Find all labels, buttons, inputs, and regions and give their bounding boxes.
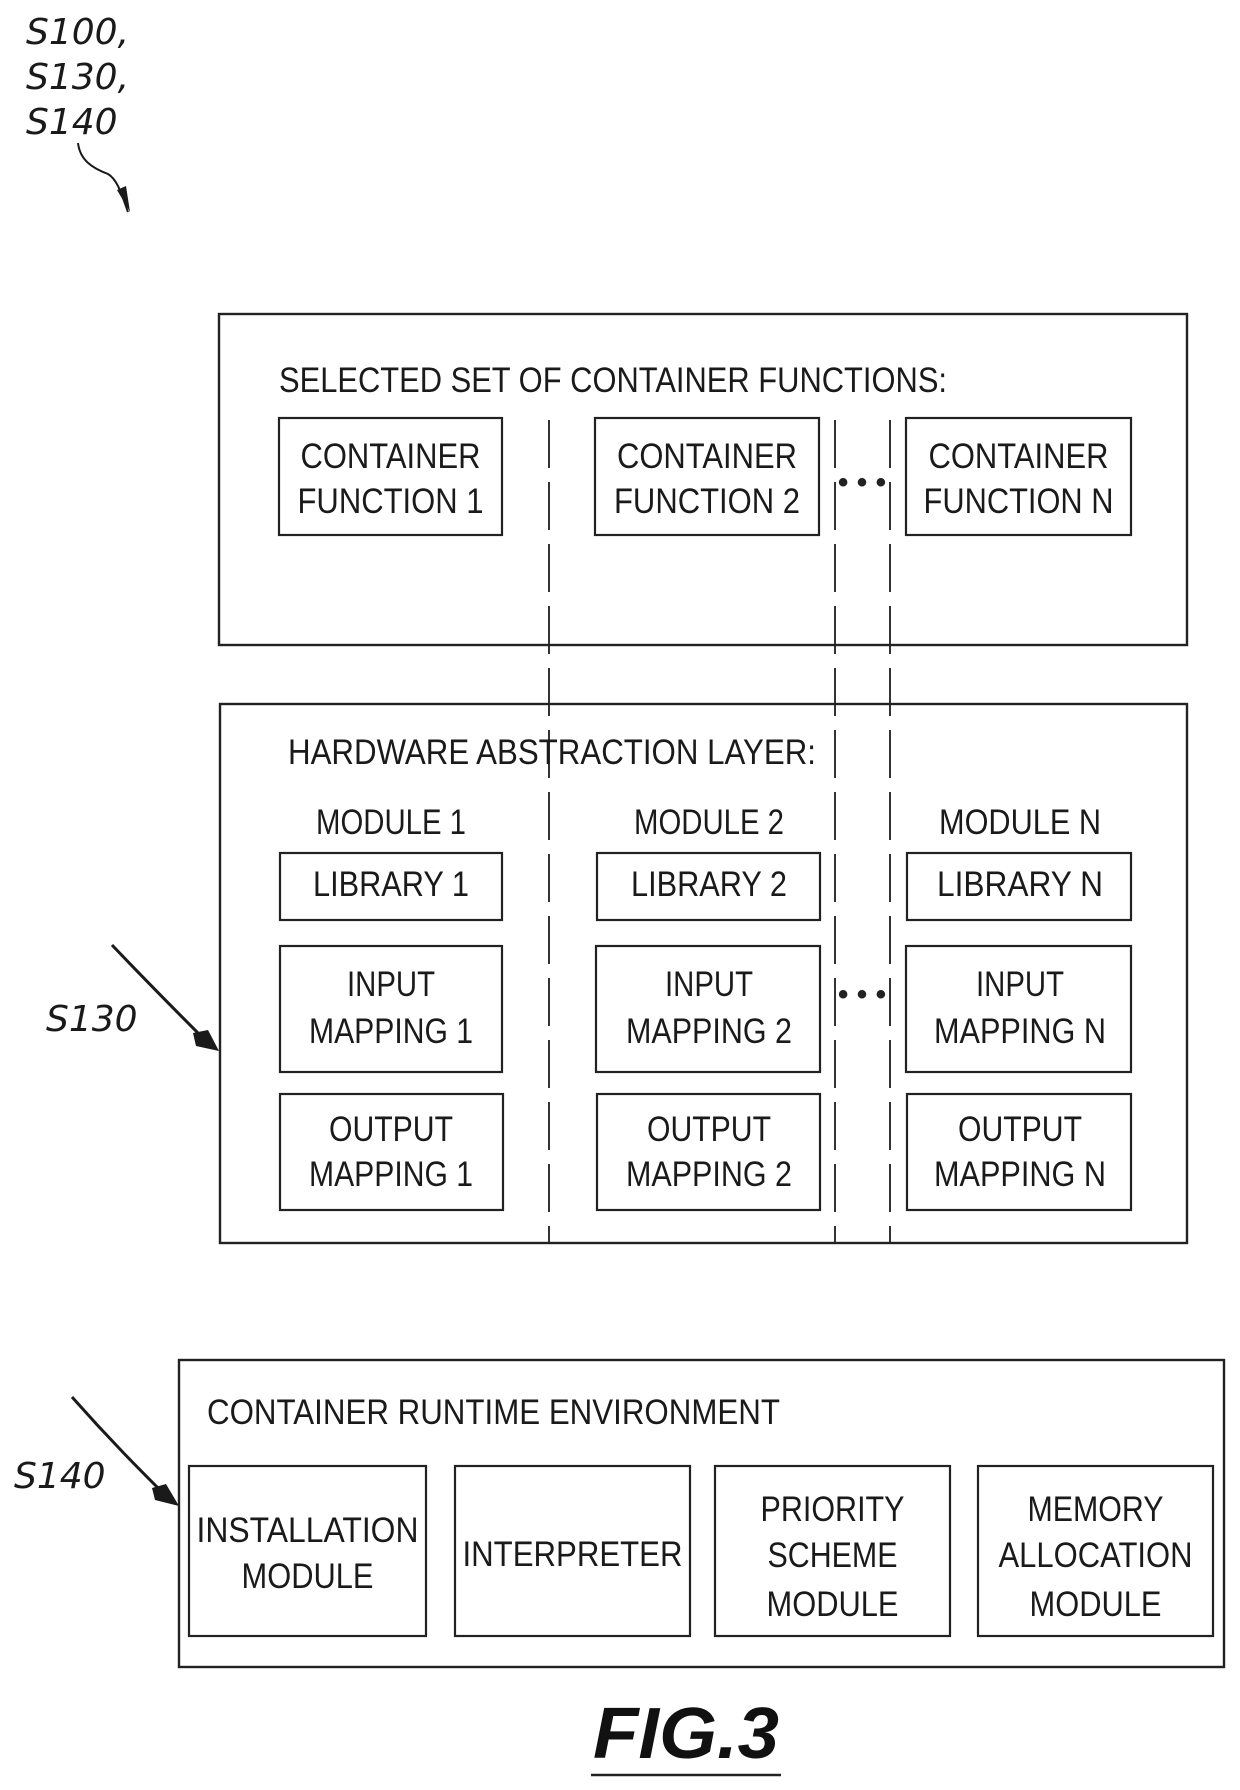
hal-reference-arrowhead-icon <box>193 1030 219 1051</box>
container-function-2-line2: FUNCTION 2 <box>614 482 800 521</box>
cre-reference-arrowhead-icon <box>152 1484 179 1506</box>
container-function-1-line1: CONTAINER <box>301 437 481 476</box>
input-mapping-1-line2: MAPPING 1 <box>309 1012 473 1051</box>
module-2-label: MODULE 2 <box>634 803 784 842</box>
output-mapping-1[interactable]: OUTPUT MAPPING 1 <box>278 1092 505 1212</box>
interpreter[interactable]: INTERPRETER <box>453 1464 692 1638</box>
library-2-label: LIBRARY 2 <box>631 865 787 904</box>
output-mapping-n[interactable]: OUTPUT MAPPING N <box>905 1092 1133 1212</box>
hal-module-2: MODULE 2 LIBRARY 2 INPUT MAPPING 2 OUTPU… <box>594 803 822 1212</box>
container-function-n[interactable]: CONTAINER FUNCTION N <box>904 416 1133 537</box>
module-n-label: MODULE N <box>939 803 1101 842</box>
cre-reference: S140 <box>14 1396 179 1506</box>
input-mapping-2[interactable]: INPUT MAPPING 2 <box>594 944 822 1074</box>
figure-caption: FIG.3 <box>591 1694 781 1777</box>
figure-label: FIG.3 <box>593 1694 779 1774</box>
library-1[interactable]: LIBRARY 1 <box>278 851 504 922</box>
priority-scheme-module-line1: PRIORITY <box>761 1490 905 1529</box>
output-mapping-2-line1: OUTPUT <box>647 1110 771 1149</box>
output-mapping-2[interactable]: OUTPUT MAPPING 2 <box>595 1092 822 1212</box>
input-mapping-1[interactable]: INPUT MAPPING 1 <box>278 944 504 1074</box>
installation-module-line1: INSTALLATION <box>197 1511 419 1550</box>
container-functions-panel: SELECTED SET OF CONTAINER FUNCTIONS: CON… <box>217 312 1189 647</box>
input-mapping-2-line1: INPUT <box>665 965 753 1004</box>
output-mapping-1-line1: OUTPUT <box>329 1110 453 1149</box>
memory-allocation-module[interactable]: MEMORY ALLOCATION MODULE <box>976 1464 1215 1638</box>
output-mapping-1-line2: MAPPING 1 <box>309 1155 473 1194</box>
priority-scheme-module-line3: MODULE <box>767 1585 899 1624</box>
container-function-1[interactable]: CONTAINER FUNCTION 1 <box>277 416 504 537</box>
memory-allocation-module-line2: ALLOCATION <box>999 1536 1193 1575</box>
output-mapping-n-line2: MAPPING N <box>934 1155 1106 1194</box>
priority-scheme-module[interactable]: PRIORITY SCHEME MODULE <box>713 1464 952 1638</box>
library-n[interactable]: LIBRARY N <box>905 851 1133 922</box>
container-function-2[interactable]: CONTAINER FUNCTION 2 <box>593 416 821 537</box>
reference-label-s130-hal: S130 <box>46 999 138 1040</box>
reference-label-s100: S100, <box>26 12 129 53</box>
module-1-label: MODULE 1 <box>316 803 466 842</box>
input-mapping-n-line1: INPUT <box>976 965 1064 1004</box>
hardware-abstraction-layer-panel: HARDWARE ABSTRACTION LAYER: MODULE 1 LIB… <box>218 702 1189 1245</box>
input-mapping-n[interactable]: INPUT MAPPING N <box>904 944 1133 1074</box>
patent-figure: S100, S130, S140 SELECTED SET OF CONTAIN… <box>14 12 1226 1777</box>
memory-allocation-module-line3: MODULE <box>1030 1585 1162 1624</box>
container-function-n-line2: FUNCTION N <box>924 482 1114 521</box>
reference-leader-arrowhead-icon <box>117 186 130 212</box>
input-mapping-n-line2: MAPPING N <box>934 1012 1106 1051</box>
installation-module[interactable]: INSTALLATION MODULE <box>187 1464 428 1638</box>
container-function-1-line2: FUNCTION 1 <box>298 482 484 521</box>
memory-allocation-module-line1: MEMORY <box>1028 1490 1164 1529</box>
container-runtime-environment-panel: CONTAINER RUNTIME ENVIRONMENT INSTALLATI… <box>177 1358 1226 1669</box>
output-mapping-2-line2: MAPPING 2 <box>626 1155 792 1194</box>
library-n-label: LIBRARY N <box>937 865 1103 904</box>
container-functions-title: SELECTED SET OF CONTAINER FUNCTIONS: <box>279 361 947 400</box>
container-functions-ellipsis: • • • <box>838 466 886 499</box>
cre-title: CONTAINER RUNTIME ENVIRONMENT <box>207 1393 780 1432</box>
hal-module-n: MODULE N LIBRARY N INPUT MAPPING N OUTPU… <box>904 803 1133 1212</box>
library-1-label: LIBRARY 1 <box>313 865 469 904</box>
output-mapping-n-line1: OUTPUT <box>958 1110 1082 1149</box>
container-function-2-line1: CONTAINER <box>617 437 797 476</box>
input-mapping-1-line1: INPUT <box>347 965 435 1004</box>
hal-ellipsis: • • • <box>838 978 886 1011</box>
reference-label-s140-cre: S140 <box>14 1456 106 1497</box>
reference-label-group: S100, S130, S140 <box>26 12 130 213</box>
reference-label-s130: S130, <box>26 57 129 98</box>
installation-module-line2: MODULE <box>242 1557 374 1596</box>
hal-module-1: MODULE 1 LIBRARY 1 INPUT MAPPING 1 OUTPU… <box>278 803 505 1212</box>
input-mapping-2-line2: MAPPING 2 <box>626 1012 792 1051</box>
reference-label-s140: S140 <box>26 102 118 143</box>
container-function-n-line1: CONTAINER <box>929 437 1109 476</box>
reference-leader-arrow <box>77 142 129 213</box>
hal-title: HARDWARE ABSTRACTION LAYER: <box>288 733 816 772</box>
hal-reference: S130 <box>46 943 219 1051</box>
library-2[interactable]: LIBRARY 2 <box>595 851 822 922</box>
priority-scheme-module-line2: SCHEME <box>768 1536 898 1575</box>
interpreter-label: INTERPRETER <box>463 1535 683 1574</box>
